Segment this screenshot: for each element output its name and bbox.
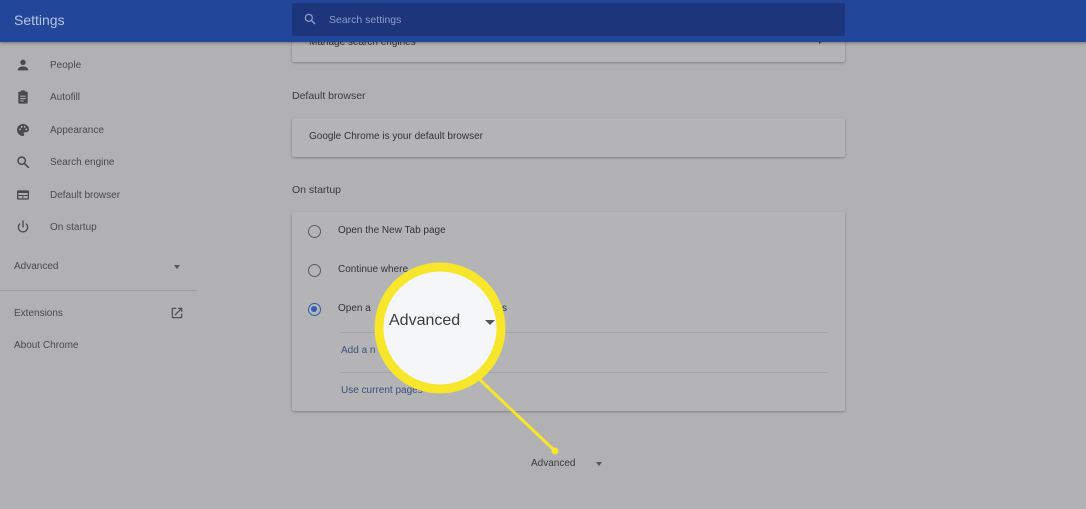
use-current-pages-link[interactable]: Use current pages [341, 385, 423, 396]
default-browser-card: Google Chrome is your default browser [292, 118, 845, 157]
radio-label-continue: Continue where [338, 264, 409, 275]
browser-window-icon [17, 190, 29, 200]
search-input[interactable] [329, 3, 829, 36]
external-link-icon[interactable] [170, 306, 184, 320]
sidebar-item-default-browser[interactable]: Default browser [0, 181, 197, 209]
sidebar-item-about-chrome[interactable]: About Chrome [14, 340, 78, 351]
radio-label-specific-pages: Open a [338, 303, 371, 314]
radio-label-new-tab: Open the New Tab page [338, 225, 446, 236]
clipboard-icon [18, 90, 28, 104]
sidebar-item-label: Default browser [50, 189, 121, 201]
advanced-toggle-button[interactable]: Advanced [531, 458, 575, 469]
search-icon [304, 13, 316, 25]
sidebar-advanced-toggle[interactable]: Advanced [0, 253, 197, 279]
chevron-down-icon [596, 462, 602, 466]
sidebar-item-people[interactable]: People [0, 51, 197, 79]
on-startup-card: Open the New Tab page Continue where Ope… [292, 212, 845, 411]
app-header: Settings [0, 0, 1086, 42]
person-icon [17, 59, 29, 71]
sidebar-divider [0, 290, 197, 291]
radio-new-tab[interactable] [308, 225, 321, 238]
add-new-page-link[interactable]: Add a n [341, 345, 375, 356]
search-box[interactable] [292, 3, 845, 36]
sidebar-item-label: Search engine [50, 156, 115, 168]
row-divider [340, 372, 828, 373]
row-divider [340, 332, 828, 333]
sidebar-item-search-engine[interactable]: Search engine [0, 148, 197, 176]
sidebar-item-extensions[interactable]: Extensions [14, 308, 63, 319]
sidebar-item-appearance[interactable]: Appearance [0, 116, 197, 144]
callout-chevron-down-icon [485, 320, 495, 325]
sidebar-item-on-startup[interactable]: On startup [0, 213, 197, 241]
radio-specific-pages[interactable] [308, 303, 321, 316]
radio-continue[interactable] [308, 264, 321, 277]
palette-icon [17, 124, 29, 136]
sidebar-item-label: Autofill [50, 91, 81, 103]
radio-label-specific-pages-tail: s [502, 303, 507, 314]
default-browser-heading: Default browser [292, 90, 366, 102]
power-icon [17, 220, 29, 233]
sidebar-item-autofill[interactable]: Autofill [0, 83, 197, 111]
search-icon [17, 156, 30, 169]
app-title: Settings [14, 12, 65, 28]
sidebar-item-label: On startup [50, 221, 97, 233]
sidebar: People Autofill Appearance Search engine [0, 42, 210, 509]
chevron-down-icon [174, 265, 180, 269]
default-browser-status: Google Chrome is your default browser [309, 131, 483, 142]
callout-advanced-label: Advanced [389, 312, 461, 329]
on-startup-heading: On startup [292, 184, 342, 196]
sidebar-item-label: Appearance [50, 124, 104, 136]
sidebar-advanced-label: Advanced [14, 261, 59, 272]
sidebar-item-label: People [50, 59, 82, 71]
callout-pointer-dot [551, 447, 559, 455]
